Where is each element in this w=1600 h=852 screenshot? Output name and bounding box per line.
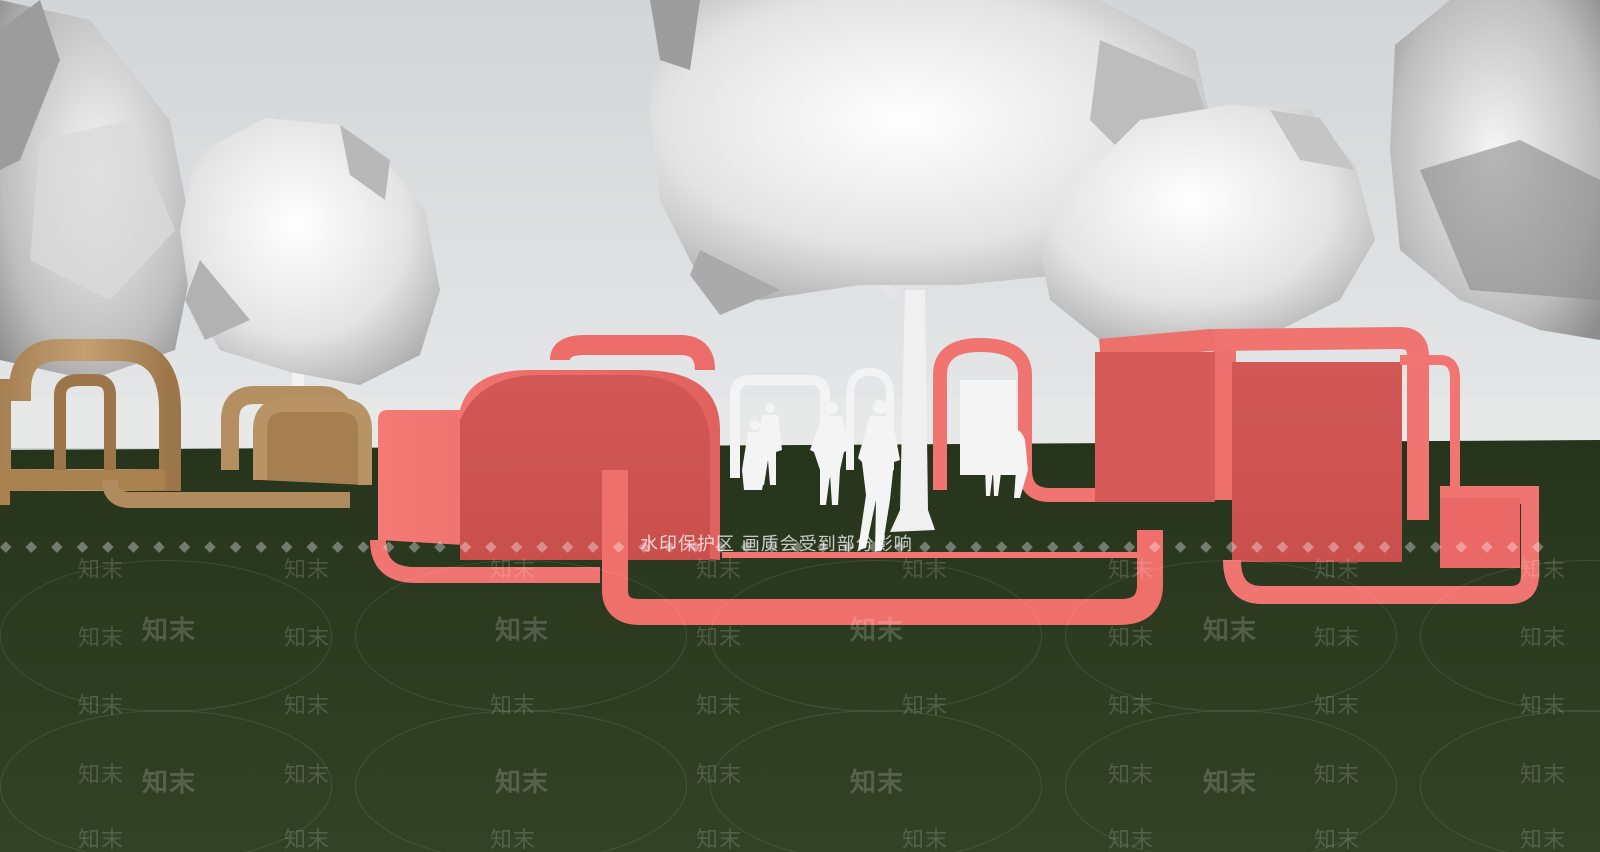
- scene-illustration: [0, 0, 1600, 852]
- rendered-scene: ◆◆◆◆◆◆◆◆◆◆◆◆◆◆◆◆◆◆◆◆◆◆◆◆◆◆◆◆◆◆◆◆◆◆◆◆◆◆◆◆…: [0, 0, 1600, 852]
